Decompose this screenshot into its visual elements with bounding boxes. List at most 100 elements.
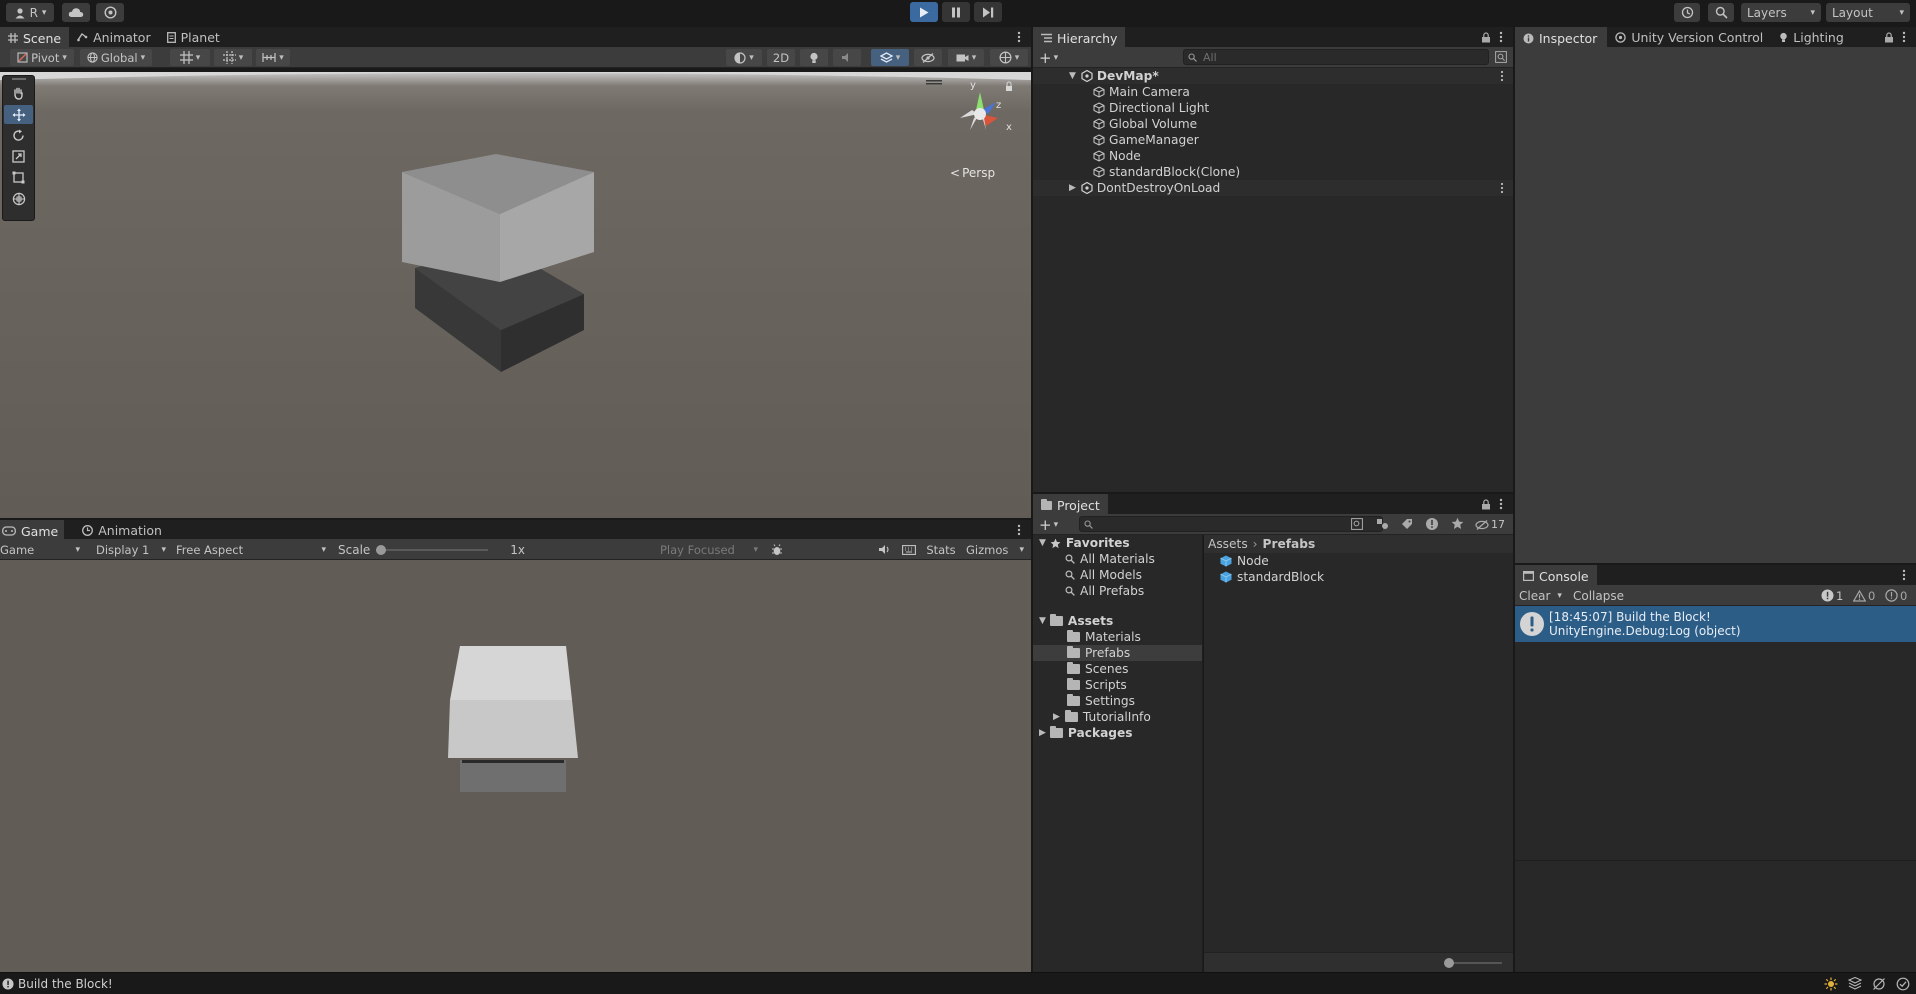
tab-animator[interactable]: Animator (69, 27, 158, 47)
effects-dropdown[interactable] (871, 49, 909, 66)
favorite-item[interactable]: All Models (1033, 567, 1202, 583)
breadcrumb-current[interactable]: Prefabs (1263, 537, 1316, 551)
transform-tool[interactable] (4, 189, 33, 208)
grid-visibility-dropdown[interactable] (214, 49, 252, 66)
scale-slider[interactable] (376, 544, 489, 556)
scene-search-icon[interactable] (1495, 51, 1507, 63)
increment-snap-dropdown[interactable] (256, 49, 290, 66)
status-debug-off-icon[interactable] (1872, 977, 1886, 991)
scene-viewport[interactable]: y z x < Persp (0, 72, 1031, 518)
project-asset-item[interactable]: Node (1204, 553, 1513, 569)
bug-toggle[interactable] (766, 541, 788, 558)
tab-animation[interactable]: Animation (74, 520, 170, 540)
tab-hierarchy[interactable]: Hierarchy (1033, 27, 1126, 47)
label-tag-icon[interactable] (1401, 518, 1413, 530)
packages-row[interactable]: ▶ Packages (1033, 725, 1202, 741)
asset-folder-item[interactable]: ▶ TutorialInfo (1033, 709, 1202, 725)
filter-type-icon[interactable] (1376, 518, 1389, 530)
aspect-dropdown[interactable]: Free Aspect ▾ (172, 541, 330, 558)
console-menu-icon[interactable] (1902, 569, 1906, 581)
game-panel-menu-icon[interactable] (1017, 524, 1021, 536)
status-lightbake-icon[interactable] (1824, 977, 1838, 991)
hierarchy-item[interactable]: standardBlock(Clone) (1033, 164, 1513, 180)
step-button[interactable] (974, 2, 1002, 22)
splitter-scene-game[interactable] (0, 518, 1031, 520)
favorite-item[interactable]: All Materials (1033, 551, 1202, 567)
splitter-left[interactable] (1031, 25, 1033, 972)
tab-version-control[interactable]: Unity Version Control (1607, 27, 1771, 47)
breadcrumb-root[interactable]: Assets (1208, 537, 1248, 551)
collab-button[interactable] (96, 3, 124, 22)
hand-tool[interactable] (4, 84, 33, 103)
rect-tool[interactable] (4, 168, 33, 187)
asset-folder-item-selected[interactable]: Prefabs (1033, 645, 1202, 661)
cloud-button[interactable] (62, 3, 90, 22)
hierarchy-add-button[interactable]: + ▾ (1039, 49, 1058, 67)
layout-dropdown[interactable]: Layout ▾ (1826, 3, 1910, 22)
hierarchy-item[interactable]: Global Volume (1033, 116, 1513, 132)
stats-toggle[interactable]: Stats (924, 541, 958, 558)
keyboard-toggle[interactable] (898, 541, 920, 558)
rotate-tool[interactable] (4, 126, 33, 145)
hierarchy-item[interactable]: Main Camera (1033, 84, 1513, 100)
tab-lighting[interactable]: Lighting (1771, 27, 1852, 47)
asset-folder-item[interactable]: Settings (1033, 693, 1202, 709)
ddol-row-menu-icon[interactable] (1500, 182, 1504, 194)
hierarchy-scene-row[interactable]: ▼ DevMap* (1033, 68, 1513, 84)
icon-size-handle[interactable] (1444, 958, 1454, 968)
project-lock-icon[interactable] (1481, 498, 1491, 510)
lighting-toggle[interactable] (800, 49, 828, 66)
console-collapse-toggle[interactable]: Collapse (1573, 587, 1624, 604)
search-by-type-icon[interactable] (1351, 518, 1363, 530)
console-log-entry[interactable]: [18:45:07] Build the Block! UnityEngine.… (1515, 606, 1916, 642)
tab-inspector[interactable]: Inspector (1515, 27, 1608, 47)
console-error-filter[interactable]: 0 (1885, 588, 1907, 603)
pivot-dropdown[interactable]: Pivot (10, 49, 74, 66)
game-view-dropdown[interactable]: Game ▾ (0, 541, 84, 558)
favorites-row[interactable]: ▼ Favorites (1033, 535, 1202, 551)
icon-size-slider[interactable] (1446, 962, 1502, 964)
log-type-icon[interactable] (1425, 517, 1439, 531)
status-layers-icon[interactable] (1848, 977, 1862, 990)
tab-project[interactable]: Project (1033, 494, 1108, 514)
hierarchy-item[interactable]: Node (1033, 148, 1513, 164)
hierarchy-item[interactable]: Directional Light (1033, 100, 1513, 116)
hierarchy-search-input[interactable]: All (1183, 49, 1489, 65)
game-viewport[interactable] (0, 560, 1031, 972)
gizmos-dropdown[interactable]: Gizmos ▾ (962, 541, 1028, 558)
splitter-inspector-console[interactable] (1515, 563, 1916, 565)
project-menu-icon[interactable] (1499, 498, 1503, 510)
splitter-right[interactable] (1513, 25, 1515, 972)
gizmos-scene-dropdown[interactable] (990, 49, 1028, 66)
undo-history-button[interactable] (1674, 3, 1700, 22)
project-asset-item[interactable]: standardBlock (1204, 569, 1513, 585)
splitter-hierarchy-project[interactable] (1033, 492, 1513, 494)
display-dropdown[interactable]: Display 1 ▾ (92, 541, 170, 558)
shading-mode-dropdown[interactable] (726, 49, 762, 66)
tab-console[interactable]: Console (1515, 565, 1597, 585)
console-clear-button[interactable]: Clear ▾ (1519, 587, 1562, 604)
mute-audio-toggle[interactable] (874, 541, 894, 558)
tab-scene[interactable]: Scene (0, 27, 70, 47)
console-warning-filter[interactable]: 0 (1853, 588, 1875, 603)
camera-dropdown[interactable] (948, 49, 984, 66)
search-button[interactable] (1708, 3, 1734, 22)
hidden-packages-count[interactable]: 17 (1475, 517, 1505, 532)
console-log-filter[interactable]: 1 (1821, 588, 1843, 603)
inspector-lock-icon[interactable] (1884, 31, 1894, 43)
pause-button[interactable] (942, 2, 970, 22)
hierarchy-item[interactable]: GameManager (1033, 132, 1513, 148)
favorite-star-icon[interactable] (1451, 517, 1464, 530)
scale-tool[interactable] (4, 147, 33, 166)
play-focused-dropdown[interactable]: Play Focused ▾ (656, 541, 762, 558)
assets-root-row[interactable]: ▼ Assets (1033, 613, 1202, 629)
project-add-button[interactable]: + ▾ (1039, 516, 1058, 534)
hierarchy-menu-icon[interactable] (1499, 31, 1503, 43)
asset-folder-item[interactable]: Materials (1033, 629, 1202, 645)
scene-panel-menu-icon[interactable] (1017, 31, 1021, 43)
tab-planet[interactable]: Planet (159, 27, 228, 47)
layers-dropdown[interactable]: Layers ▾ (1741, 3, 1821, 22)
audio-toggle[interactable] (833, 49, 861, 66)
favorite-item[interactable]: All Prefabs (1033, 583, 1202, 599)
projection-toggle[interactable]: < Persp (950, 166, 995, 180)
